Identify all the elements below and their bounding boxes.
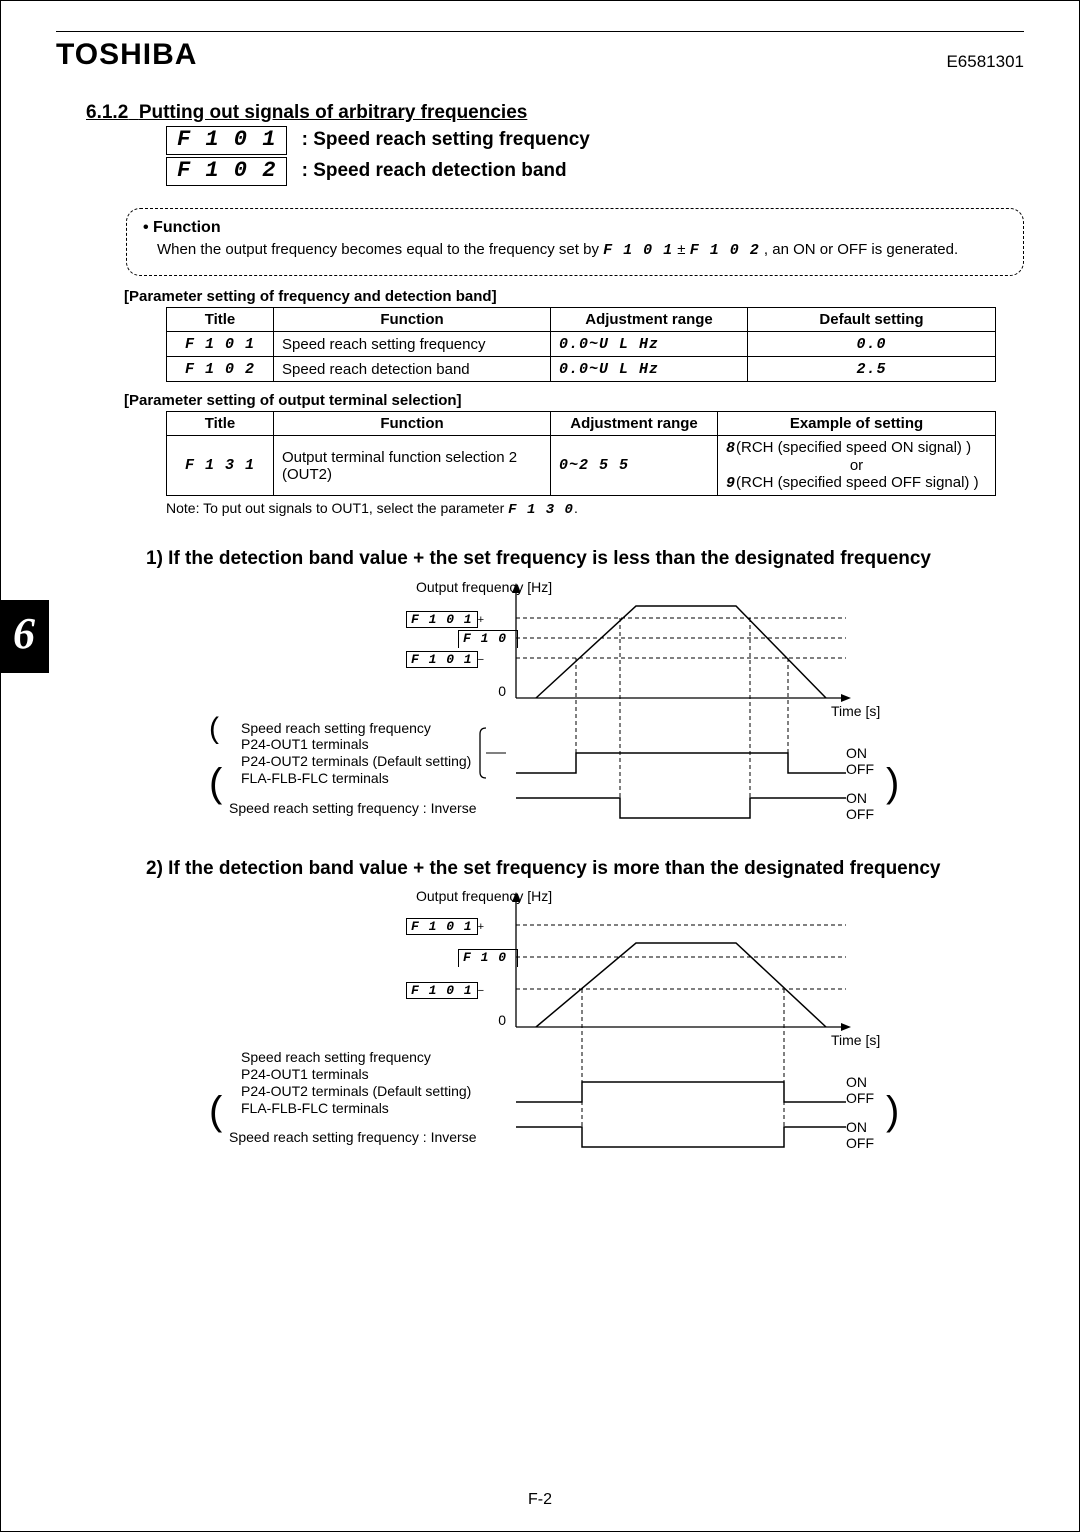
svg-text:(: ( — [209, 1089, 223, 1133]
svg-text:ON: ON — [846, 1119, 867, 1135]
brand-logo: TOSHIBA — [56, 38, 197, 72]
svg-text:Time [s]: Time [s] — [831, 703, 880, 719]
svg-text:Time [s]: Time [s] — [831, 1032, 880, 1048]
case1-title: 1) If the detection band value + the set… — [146, 546, 1024, 572]
table-output-terminal: Title Function Adjustment range Example … — [166, 411, 996, 496]
chapter-tab: 6 — [1, 600, 49, 673]
function-box: • Function When the output frequency bec… — [126, 208, 1024, 276]
svg-text:OFF: OFF — [846, 761, 874, 777]
svg-text:ON: ON — [846, 1074, 867, 1090]
svg-text:OFF: OFF — [846, 1135, 874, 1151]
timing-diagram-2: Output frequency [Hz] 0 Time [s] F 1 0 1… — [206, 887, 1024, 1157]
svg-text:Output frequency [Hz]: Output frequency [Hz] — [416, 579, 552, 595]
param-label: : Speed reach setting frequency — [302, 129, 590, 151]
timing-diagram-1: Output frequency [Hz] 0 Time [s] F 1 0 1… — [206, 578, 1024, 828]
table-freq-band: Title Function Adjustment range Default … — [166, 307, 996, 382]
table1-caption: [Parameter setting of frequency and dete… — [124, 288, 1024, 305]
table-row: F 1 3 1 Output terminal function selecti… — [167, 436, 996, 496]
param-label: : Speed reach detection band — [302, 160, 567, 182]
svg-text:OFF: OFF — [846, 806, 874, 822]
table-row: F 1 0 1 Speed reach setting frequency 0.… — [167, 332, 996, 357]
svg-text:Output frequency [Hz]: Output frequency [Hz] — [416, 888, 552, 904]
case2-title: 2) If the detection band value + the set… — [146, 856, 1024, 882]
page-number: F-2 — [1, 1491, 1079, 1509]
section-title: 6.1.2 Putting out signals of arbitrary f… — [86, 102, 1024, 124]
svg-text:): ) — [886, 1089, 899, 1133]
svg-text:(: ( — [209, 712, 219, 745]
svg-text:ON: ON — [846, 745, 867, 761]
svg-text:ON: ON — [846, 790, 867, 806]
svg-text:0: 0 — [498, 1012, 506, 1028]
out1-note: Note: To put out signals to OUT1, select… — [166, 500, 1024, 518]
svg-text:0: 0 — [498, 683, 506, 699]
svg-text:): ) — [886, 761, 899, 805]
svg-text:OFF: OFF — [846, 1090, 874, 1106]
param-code-f101: F 1 0 1 — [166, 126, 287, 155]
table-row: F 1 0 2 Speed reach detection band 0.0~U… — [167, 357, 996, 382]
doc-id: E6581301 — [946, 52, 1024, 72]
table2-caption: [Parameter setting of output terminal se… — [124, 392, 1024, 409]
svg-text:(: ( — [209, 761, 223, 805]
param-code-f102: F 1 0 2 — [166, 157, 287, 186]
